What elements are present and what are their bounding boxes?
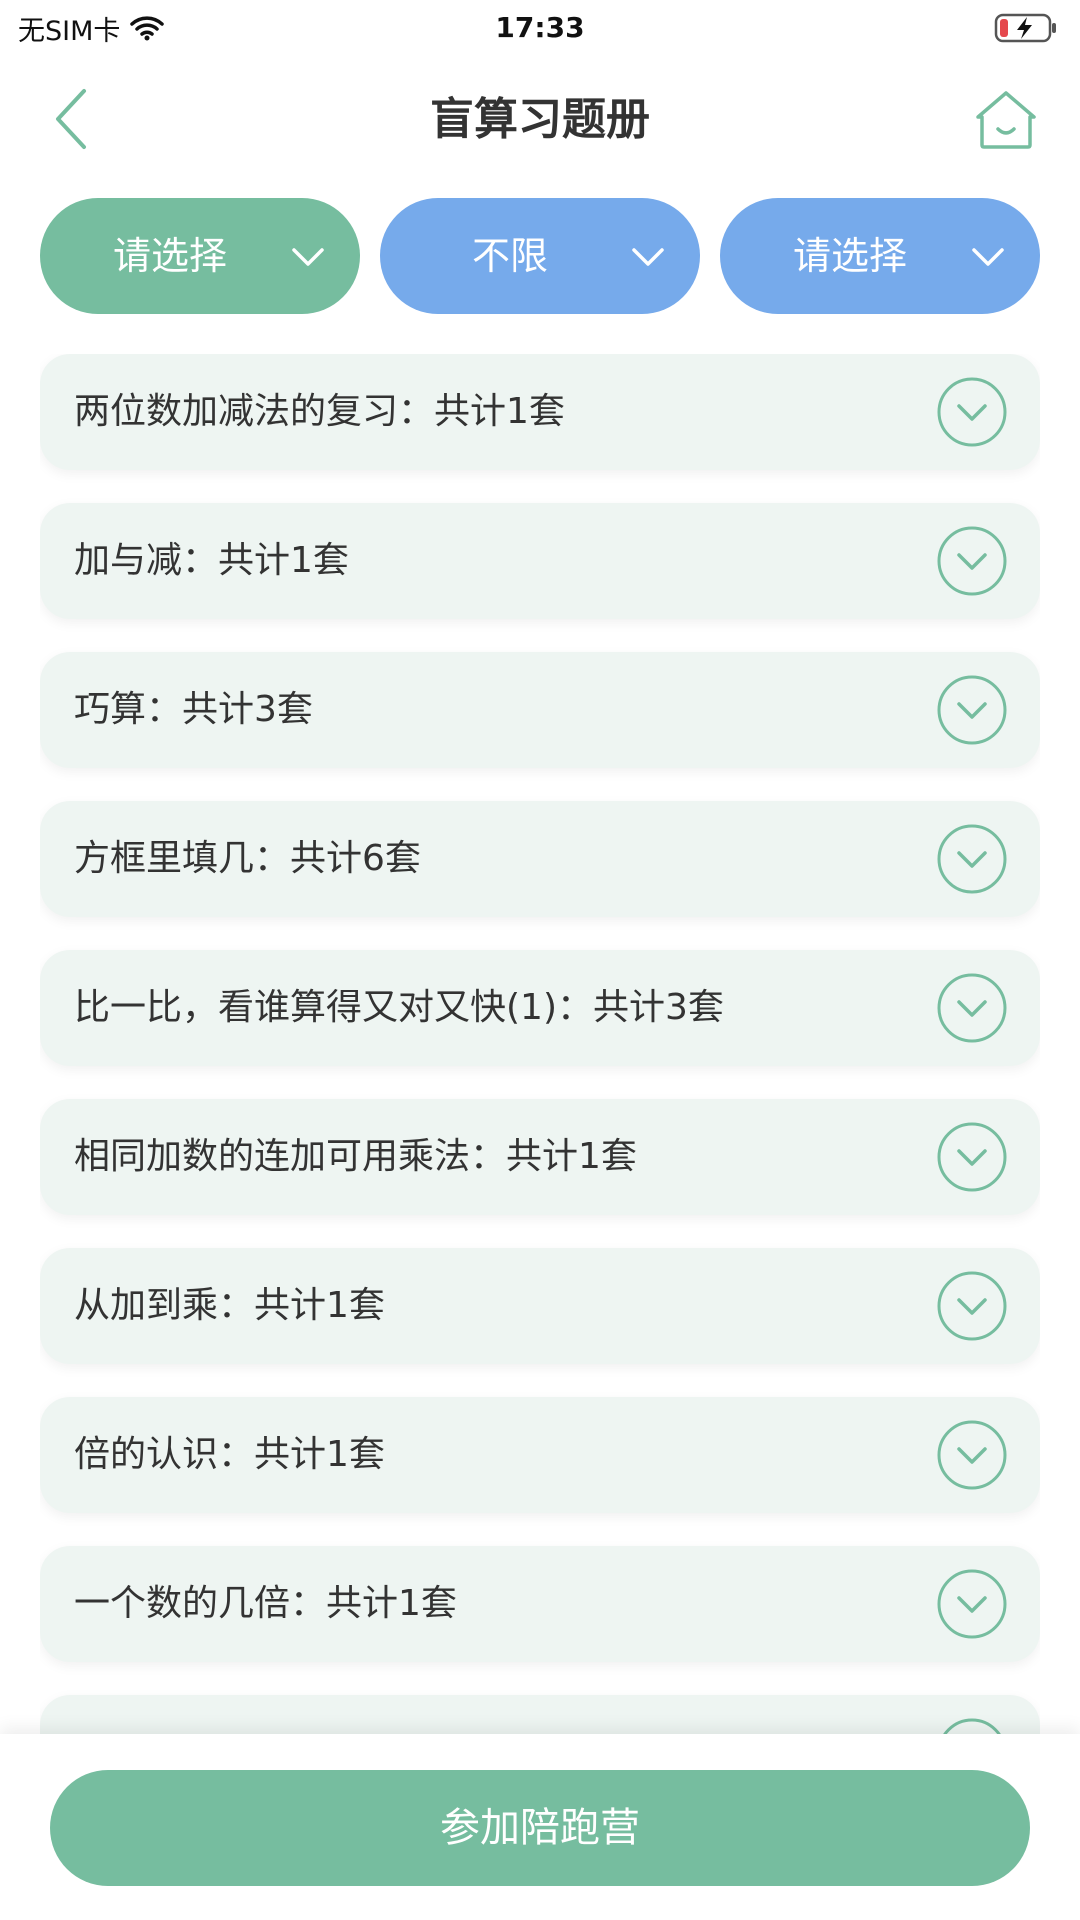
filter-dropdown-2[interactable]: 不限 — [380, 198, 700, 314]
chevron-down-icon — [972, 248, 1004, 266]
list-item[interactable]: 方框里填几：共计6套 — [40, 801, 1040, 917]
chevron-down-icon — [292, 248, 324, 266]
list-item-label: 相同加数的连加可用乘法：共计1套 — [74, 1136, 637, 1177]
filter-label: 请选择 — [112, 234, 227, 278]
chevron-down-icon — [632, 248, 664, 266]
filter-label: 请选择 — [792, 234, 907, 278]
expand-circle-icon[interactable] — [936, 525, 1008, 597]
page-title: 盲算习题册 — [430, 94, 650, 145]
list-item-label: 两位数加减法的复习：共计1套 — [74, 391, 565, 432]
expand-circle-icon[interactable] — [936, 1717, 1008, 1734]
filter-bar: 请选择 不限 请选择 — [40, 198, 1040, 314]
home-icon — [976, 91, 1036, 149]
list-item-label: 倍的认识：共计1套 — [74, 1434, 385, 1475]
expand-circle-icon[interactable] — [936, 376, 1008, 448]
list-item[interactable]: 巧算：共计3套 — [40, 652, 1040, 768]
list-item[interactable]: 两位数加减法的复习：共计1套 — [40, 354, 1040, 470]
filter-dropdown-1[interactable]: 请选择 — [40, 198, 360, 314]
expand-circle-icon[interactable] — [936, 674, 1008, 746]
join-camp-button[interactable]: 参加陪跑营 — [50, 1770, 1030, 1886]
expand-circle-icon[interactable] — [936, 1270, 1008, 1342]
bottom-action-bar: 参加陪跑营 — [0, 1734, 1080, 1920]
list-item[interactable]: 相同加数的连加可用乘法：共计1套 — [40, 1099, 1040, 1215]
filter-dropdown-3[interactable]: 请选择 — [720, 198, 1040, 314]
expand-circle-icon[interactable] — [936, 1419, 1008, 1491]
list-item[interactable]: 加与减：共计1套 — [40, 503, 1040, 619]
list-item-label: 方框里填几：共计6套 — [74, 838, 421, 879]
status-time: 17:33 — [495, 11, 585, 44]
nav-bar: 盲算习题册 — [0, 70, 1080, 170]
exercise-list: 两位数加减法的复习：共计1套 加与减：共计1套 巧算：共计3套 方框里填几：共计… — [40, 354, 1040, 1734]
expand-circle-icon[interactable] — [936, 1568, 1008, 1640]
list-item-partial[interactable] — [40, 1695, 1040, 1734]
list-item-label: 比一比，看谁算得又对又快(1)：共计3套 — [74, 987, 724, 1028]
expand-circle-icon[interactable] — [936, 823, 1008, 895]
expand-circle-icon[interactable] — [936, 972, 1008, 1044]
list-item[interactable]: 一个数的几倍：共计1套 — [40, 1546, 1040, 1662]
list-item-label: 一个数的几倍：共计1套 — [74, 1583, 457, 1624]
home-button[interactable] — [968, 82, 1044, 158]
list-item[interactable]: 从加到乘：共计1套 — [40, 1248, 1040, 1364]
status-bar: 无SIM卡 17:33 — [0, 0, 1080, 56]
list-item[interactable]: 倍的认识：共计1套 — [40, 1397, 1040, 1513]
battery-charging-icon — [994, 12, 1060, 44]
list-item[interactable]: 比一比，看谁算得又对又快(1)：共计3套 — [40, 950, 1040, 1066]
list-item-label: 巧算：共计3套 — [74, 689, 313, 730]
expand-circle-icon[interactable] — [936, 1121, 1008, 1193]
list-item-label: 从加到乘：共计1套 — [74, 1285, 385, 1326]
list-item-label: 加与减：共计1套 — [74, 540, 349, 581]
filter-label: 不限 — [471, 234, 548, 278]
